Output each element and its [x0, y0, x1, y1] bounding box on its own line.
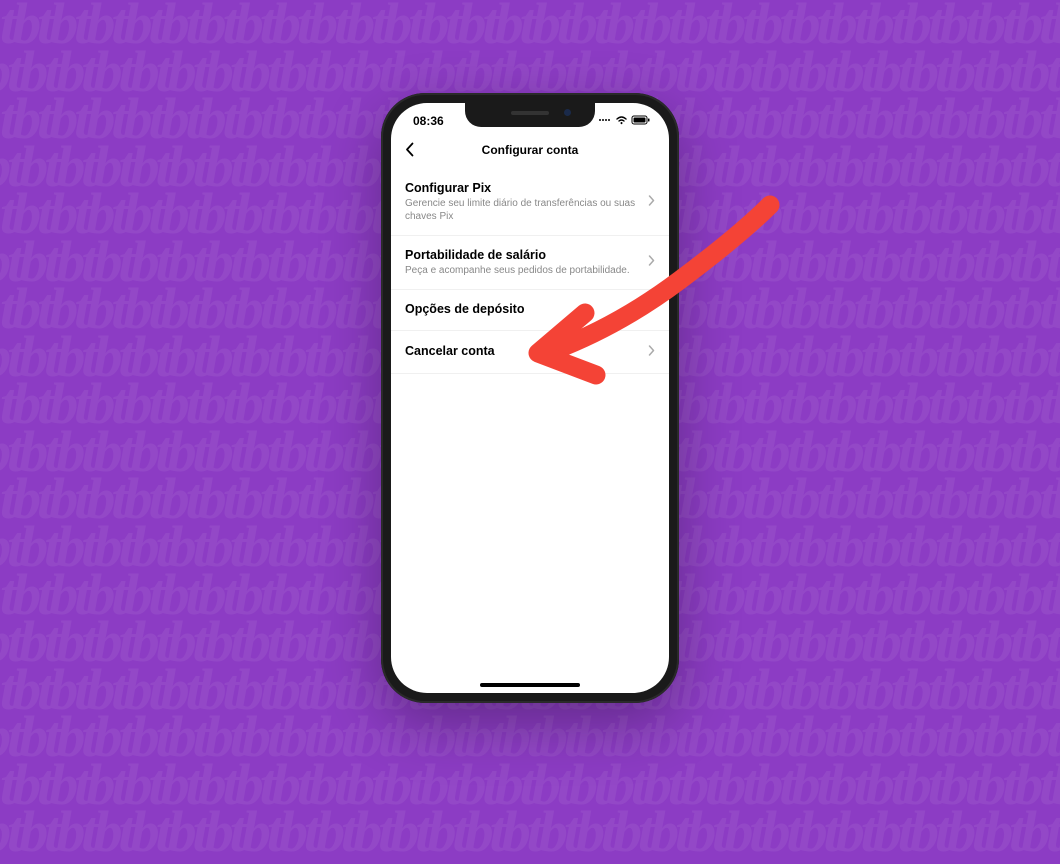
- back-button[interactable]: [405, 142, 414, 157]
- chevron-right-icon: [648, 343, 655, 361]
- menu-item-title: Portabilidade de salário: [405, 248, 640, 262]
- menu-item-opcoes-deposito[interactable]: Opções de depósito: [391, 290, 669, 331]
- menu-item-content: Opções de depósito: [405, 302, 655, 318]
- menu-item-portabilidade[interactable]: Portabilidade de salário Peça e acompanh…: [391, 236, 669, 290]
- page-title: Configurar conta: [405, 143, 655, 157]
- menu-item-configurar-pix[interactable]: Configurar Pix Gerencie seu limite diári…: [391, 169, 669, 236]
- battery-icon: [631, 114, 651, 128]
- wifi-icon: [615, 114, 628, 128]
- header-bar: Configurar conta: [391, 133, 669, 169]
- menu-item-subtitle: Peça e acompanhe seus pedidos de portabi…: [405, 264, 640, 277]
- phone-frame: 08:36: [381, 93, 679, 703]
- chevron-right-icon: [648, 193, 655, 211]
- chevron-left-icon: [405, 142, 414, 157]
- home-indicator: [480, 683, 580, 687]
- menu-item-title: Configurar Pix: [405, 181, 640, 195]
- menu-item-content: Portabilidade de salário Peça e acompanh…: [405, 248, 648, 277]
- menu-item-cancelar-conta[interactable]: Cancelar conta: [391, 331, 669, 374]
- menu-item-title: Opções de depósito: [405, 302, 647, 316]
- phone-screen: 08:36: [391, 103, 669, 693]
- menu-item-title: Cancelar conta: [405, 344, 640, 358]
- status-icons: [598, 114, 651, 128]
- status-time: 08:36: [409, 114, 444, 128]
- chevron-right-icon: [648, 253, 655, 271]
- menu-list: Configurar Pix Gerencie seu limite diári…: [391, 169, 669, 374]
- phone-notch: [465, 103, 595, 127]
- cellular-signal-icon: [598, 114, 612, 128]
- menu-item-content: Cancelar conta: [405, 344, 648, 360]
- menu-item-subtitle: Gerencie seu limite diário de transferên…: [405, 197, 640, 223]
- menu-item-content: Configurar Pix Gerencie seu limite diári…: [405, 181, 648, 223]
